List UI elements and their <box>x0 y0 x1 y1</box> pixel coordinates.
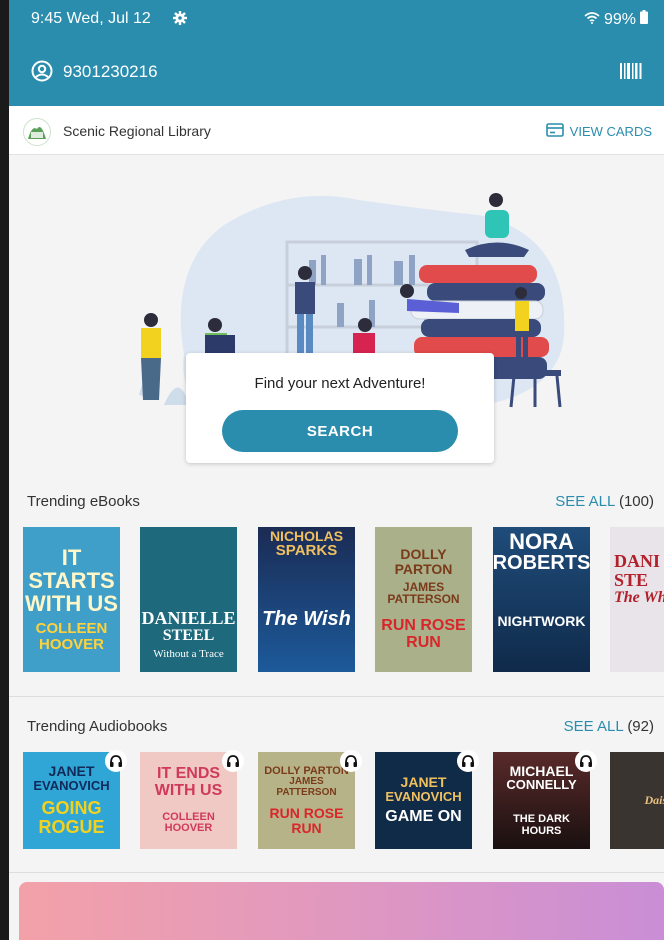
ebooks-see-all-button[interactable]: SEE ALL (100) <box>555 493 654 510</box>
battery-icon <box>640 10 648 29</box>
ebook-cover[interactable]: NICHOLAS SPARKS The Wish <box>258 527 355 672</box>
account-icon[interactable] <box>31 60 53 87</box>
audiobook-cover[interactable]: MICHAEL CONNELLY THE DARK HOURS <box>493 752 590 849</box>
search-button[interactable]: SEARCH <box>222 410 458 452</box>
audiobook-cover[interactable]: IT ENDS WITH US COLLEEN HOOVER <box>140 752 237 849</box>
audiobooks-see-all-button[interactable]: SEE ALL (92) <box>564 718 654 735</box>
wifi-icon <box>584 11 600 29</box>
hero-section: Find your next Adventure! SEARCH <box>9 155 664 475</box>
status-bar: 9:45 Wed, Jul 12 99% <box>9 0 664 36</box>
status-indicators: 99% <box>584 10 648 29</box>
ebook-cover[interactable]: DOLLY PARTON JAMES PATTERSON RUN ROSE RU… <box>375 527 472 672</box>
audiobook-cover[interactable]: JANET EVANOVICH GOING ROGUE <box>23 752 120 849</box>
ebook-cover[interactable]: IT STARTS WITH US COLLEEN HOOVER <box>23 527 120 672</box>
gear-icon <box>173 11 187 30</box>
section-divider <box>9 872 664 873</box>
audiobooks-count: (92) <box>627 718 654 735</box>
status-time: 9:45 Wed, Jul 12 <box>31 10 151 27</box>
promo-banner[interactable] <box>19 882 664 940</box>
headphones-icon <box>340 750 362 772</box>
card-icon <box>545 123 564 140</box>
card-number[interactable]: 9301230216 <box>63 62 158 82</box>
ebooks-see-all-label: SEE ALL <box>555 493 615 510</box>
audiobook-cover[interactable]: JANET EVANOVICH GAME ON <box>375 752 472 849</box>
audiobooks-see-all-label: SEE ALL <box>563 718 624 735</box>
headphones-icon <box>105 750 127 772</box>
audiobook-cover[interactable]: DOLLY PARTON JAMES PATTERSON RUN ROSE RU… <box>258 752 355 849</box>
battery-level: 99% <box>603 10 636 28</box>
ebooks-shelf: IT STARTS WITH US COLLEEN HOOVER DANIELL… <box>9 527 664 673</box>
audiobooks-shelf: JANET EVANOVICH GOING ROGUE IT ENDS WITH… <box>9 750 664 850</box>
app-screen: 9:45 Wed, Jul 12 99% 9301230216 Scenic R… <box>9 0 664 940</box>
section-divider <box>9 696 664 697</box>
trending-audiobooks-title: Trending Audiobooks <box>27 718 168 735</box>
ebook-cover[interactable]: NORA ROBERTS NIGHTWORK <box>493 527 590 672</box>
search-prompt: Find your next Adventure! <box>254 375 426 392</box>
ebook-cover[interactable]: DANI STE The Whit <box>610 527 664 672</box>
ebooks-count: (100) <box>618 493 654 510</box>
view-cards-button[interactable]: VIEW CARDS <box>545 123 652 140</box>
app-bar: 9301230216 <box>9 36 664 106</box>
audiobook-cover[interactable]: Daisy <box>610 752 664 849</box>
headphones-icon <box>575 750 597 772</box>
barcode-icon[interactable] <box>620 63 642 84</box>
library-bar: Scenic Regional Library VIEW CARDS <box>9 106 664 155</box>
headphones-icon <box>222 750 244 772</box>
search-card: Find your next Adventure! SEARCH <box>186 353 494 463</box>
trending-ebooks-title: Trending eBooks <box>27 493 140 510</box>
headphones-icon <box>457 750 479 772</box>
library-logo <box>23 118 51 146</box>
ebook-cover[interactable]: DANIELLE STEEL Without a Trace <box>140 527 237 672</box>
view-cards-label: VIEW CARDS <box>569 124 652 139</box>
library-name: Scenic Regional Library <box>63 123 211 139</box>
